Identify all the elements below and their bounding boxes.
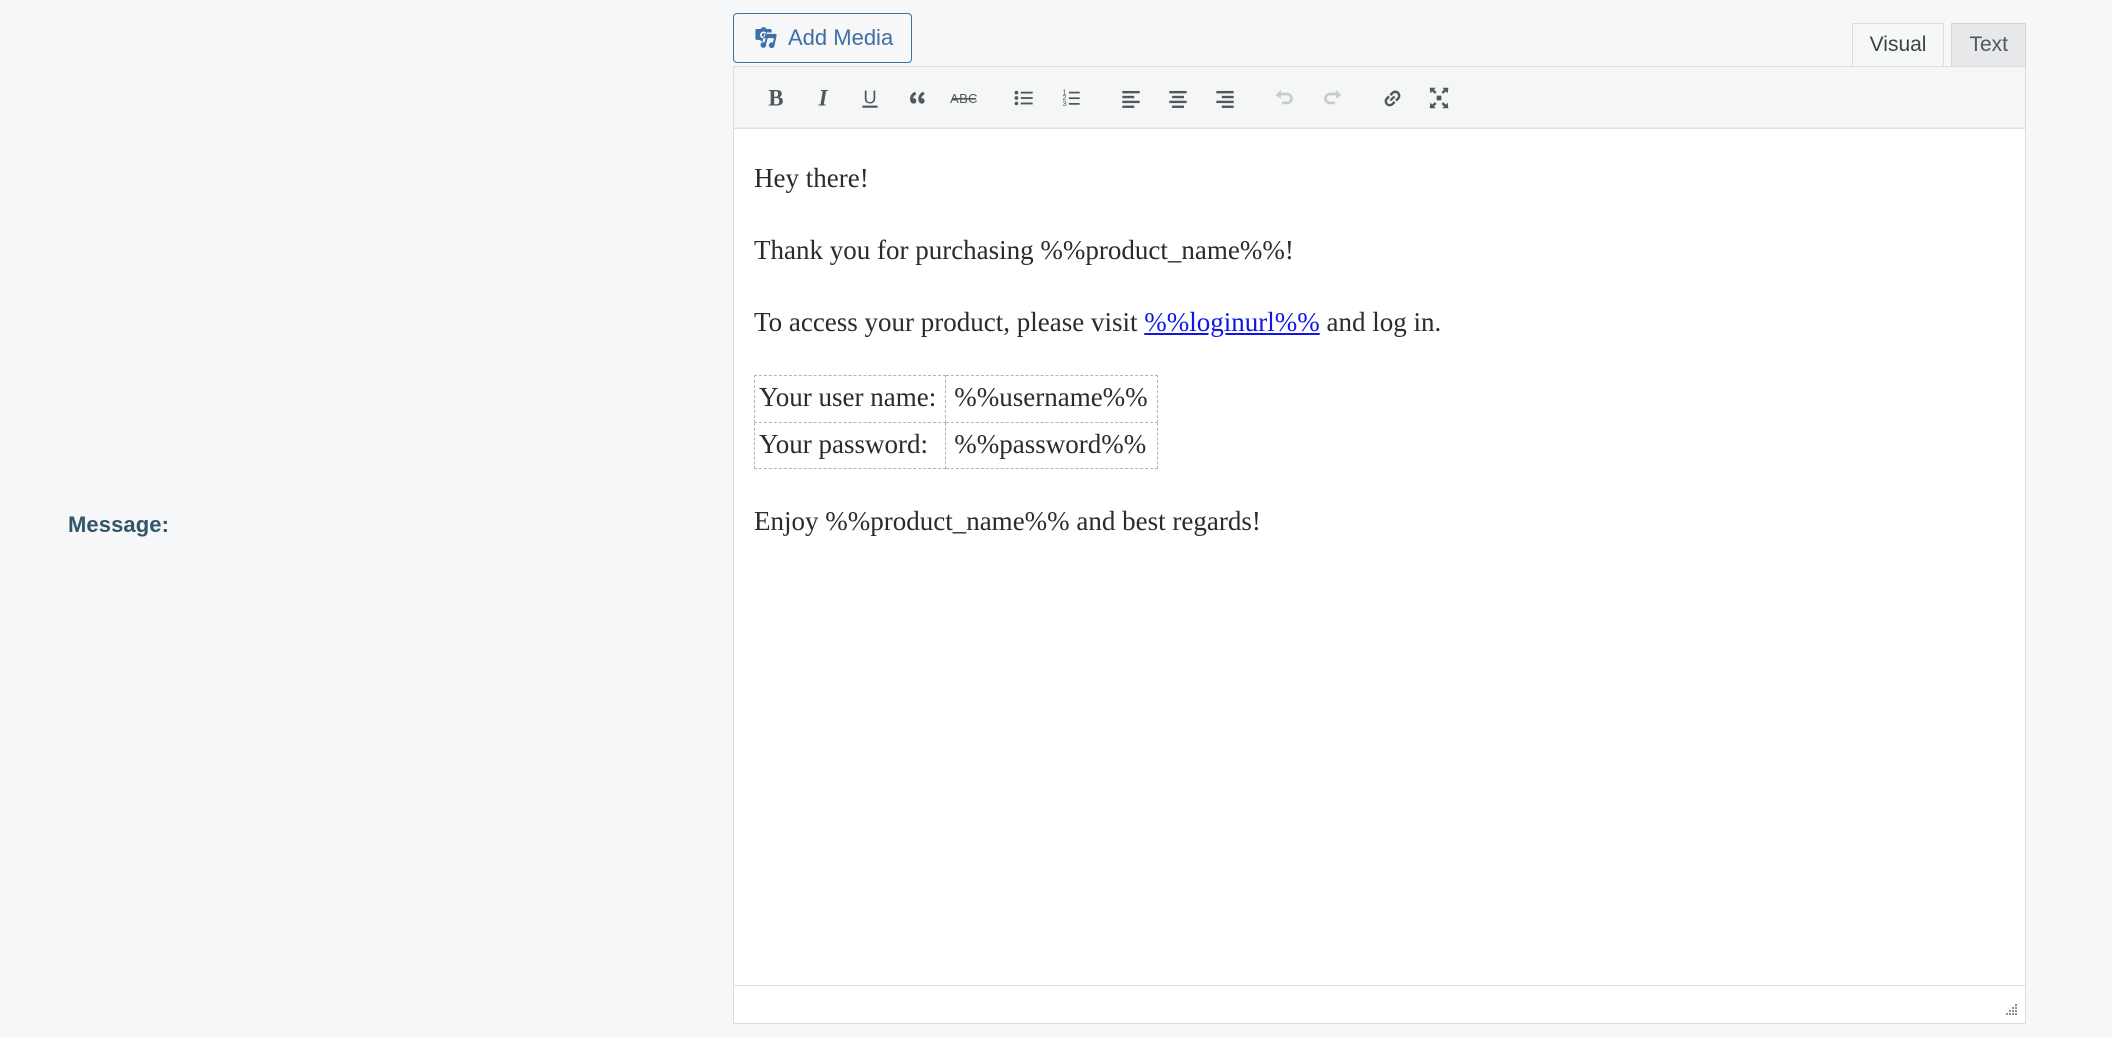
align-right-button[interactable] bbox=[1204, 77, 1246, 119]
align-right-icon bbox=[1216, 90, 1234, 108]
italic-button[interactable]: I bbox=[802, 77, 844, 119]
strikethrough-button[interactable]: ABC bbox=[943, 77, 985, 119]
editor-container: B I U ABC 1 2 3 Hey there! Thank you for… bbox=[733, 66, 2026, 1024]
bold-button[interactable]: B bbox=[755, 77, 797, 119]
credentials-table: Your user name: %%username%% Your passwo… bbox=[753, 375, 1158, 469]
svg-text:B: B bbox=[768, 85, 783, 110]
link-icon bbox=[1384, 90, 1401, 106]
username-label-cell: Your user name: bbox=[753, 375, 947, 423]
add-media-button[interactable]: Add Media bbox=[733, 13, 913, 63]
paragraph-access: To access your product, please visit %%l… bbox=[754, 303, 2005, 342]
redo-button[interactable] bbox=[1311, 77, 1353, 119]
numbered-list-icon: 1 2 3 bbox=[1062, 87, 1080, 108]
resize-grip-icon[interactable] bbox=[1999, 998, 2021, 1020]
media-camera-music-icon bbox=[750, 25, 777, 52]
paragraph-closing: Enjoy %%product_name%% and best regards! bbox=[754, 505, 1261, 536]
wp-editor: Add Media Visual Text B I U ABC 1 2 3 He… bbox=[733, 0, 2026, 1024]
align-center-button[interactable] bbox=[1157, 77, 1199, 119]
quote-icon bbox=[910, 91, 925, 104]
fullscreen-icon bbox=[1429, 87, 1449, 108]
blockquote-button[interactable] bbox=[896, 77, 938, 119]
paragraph-greeting: Hey there! bbox=[754, 163, 869, 193]
svg-text:I: I bbox=[818, 85, 829, 110]
align-center-icon bbox=[1169, 90, 1187, 108]
redo-icon bbox=[1324, 89, 1342, 104]
svg-text:3: 3 bbox=[1062, 99, 1066, 108]
undo-button[interactable] bbox=[1264, 77, 1306, 119]
table-row: Your password: %%password%% bbox=[753, 421, 1158, 469]
editor-body[interactable]: Hey there! Thank you for purchasing %%pr… bbox=[734, 129, 2025, 985]
svg-text:U: U bbox=[863, 86, 876, 107]
access-text-before: To access your product, please visit bbox=[754, 307, 1145, 338]
italic-icon: I bbox=[818, 85, 829, 110]
tab-visual[interactable]: Visual bbox=[1851, 23, 1945, 66]
paragraph-thank-you: Thank you for purchasing %%product_name%… bbox=[754, 235, 1294, 266]
align-left-icon bbox=[1122, 90, 1140, 108]
editor-toolbar: B I U ABC 1 2 3 bbox=[734, 67, 2025, 129]
underline-button[interactable]: U bbox=[849, 77, 891, 119]
underline-icon: U bbox=[862, 86, 878, 108]
bold-icon: B bbox=[768, 85, 783, 110]
table-row: Your user name: %%username%% bbox=[753, 375, 1158, 423]
numbered-list-button[interactable]: 1 2 3 bbox=[1050, 77, 1092, 119]
password-value-cell: %%password%% bbox=[945, 421, 1158, 469]
password-label-cell: Your password: bbox=[753, 421, 947, 469]
undo-icon bbox=[1275, 89, 1293, 104]
editor-statusbar bbox=[734, 985, 2025, 1023]
tab-text[interactable]: Text bbox=[1951, 23, 2026, 66]
message-field-label: Message: bbox=[68, 512, 170, 537]
bullet-list-icon bbox=[1014, 90, 1033, 105]
username-value-cell: %%username%% bbox=[945, 375, 1158, 423]
loginurl-link[interactable]: %%loginurl%% bbox=[1144, 307, 1319, 337]
add-media-label: Add Media bbox=[788, 25, 894, 50]
fullscreen-button[interactable] bbox=[1418, 77, 1460, 119]
access-text-after: and log in. bbox=[1319, 307, 1442, 338]
strikethrough-icon: ABC bbox=[950, 91, 977, 106]
editor-page: Message: Add Media Visual Text B I U ABC… bbox=[0, 0, 2112, 1038]
bulleted-list-button[interactable] bbox=[1003, 77, 1045, 119]
editor-top-bar: Add Media Visual Text bbox=[733, 0, 2026, 72]
editor-mode-tabs: Visual Text bbox=[1851, 22, 2026, 66]
insert-link-button[interactable] bbox=[1371, 77, 1413, 119]
align-left-button[interactable] bbox=[1110, 77, 1152, 119]
